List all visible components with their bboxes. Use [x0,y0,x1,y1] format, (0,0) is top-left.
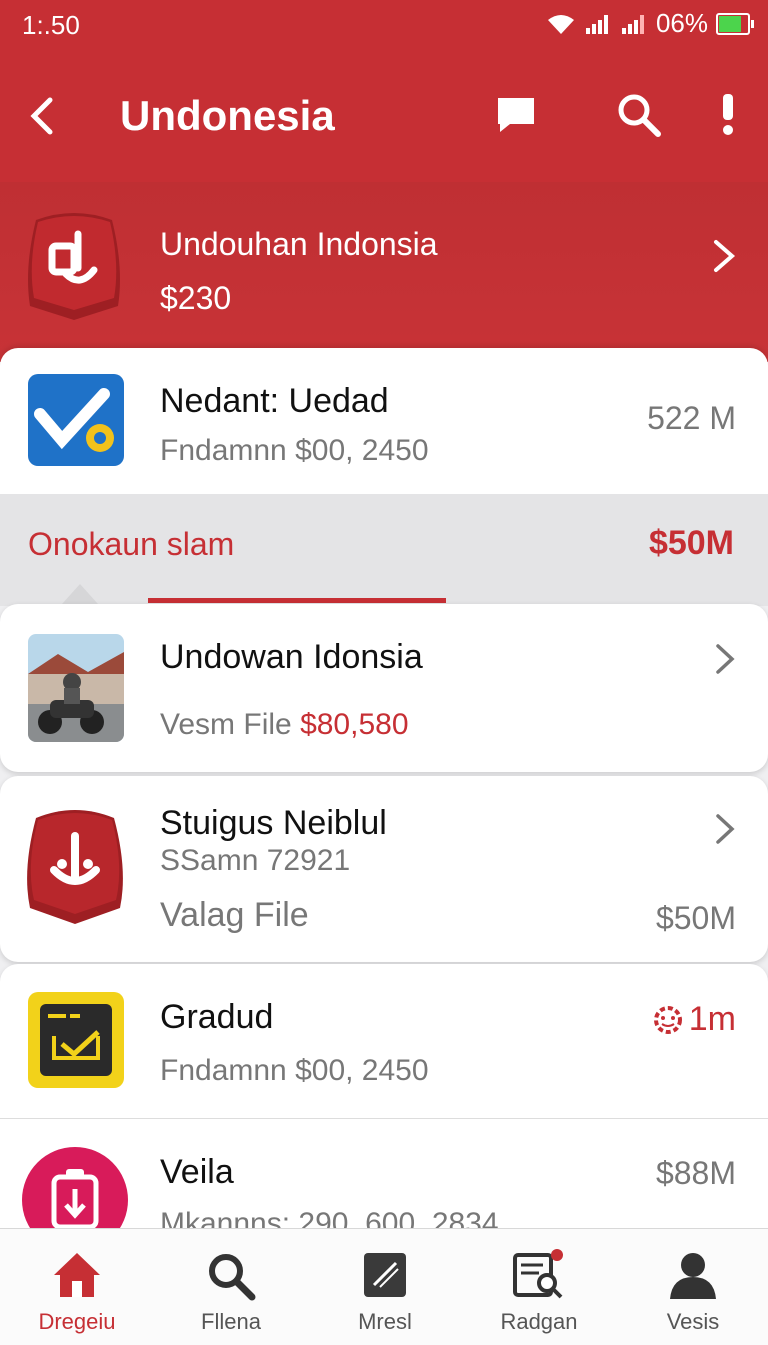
list-item[interactable]: Nedant: Uedad Fndamnn $00, 2450 522 M [0,348,768,494]
wifi-icon [547,14,574,34]
item-size: $50M [655,900,736,936]
item-title: Undowan Idonsia [160,638,423,676]
nav-item-edit[interactable]: Mresl [308,1229,462,1345]
tab-notch [62,584,98,604]
battery-icon [716,12,754,35]
thumbnail-motorcycle-image [28,634,124,742]
chevron-right-icon[interactable] [712,812,738,846]
home-icon [54,1253,100,1297]
more-options-icon[interactable] [704,90,754,140]
list-item[interactable]: Stuigus Neiblul SSamn 72921 Valag File $… [0,776,768,962]
bottom-navigation: Dregeiu Fllena Mresl Radgan Vesis [0,1228,768,1345]
item-title: Gradud [160,998,274,1036]
person-icon [670,1253,716,1299]
featured-price: $230 [160,280,232,316]
nav-label: Radgan [500,1309,578,1334]
search-icon [209,1254,256,1301]
list-item[interactable]: Gradud Fndamnn $00, 2450 1m [0,964,768,1118]
nav-label: Mresl [358,1309,412,1334]
app-icon-download-clipboard [22,1147,128,1231]
item-title: Stuigus Neiblul [160,804,387,842]
edit-icon [364,1253,406,1297]
download-app-logo-icon [28,213,120,320]
nav-item-profile[interactable]: Vesis [616,1229,768,1345]
item-size: 522 M [647,400,736,436]
chevron-right-icon[interactable] [706,236,740,276]
app-icon-terminal [28,992,124,1088]
item-time: 1m [688,1000,736,1038]
item-title: Nedant: Uedad [160,382,389,420]
signal-icon-2 [621,14,644,34]
item-subtitle: Fndamnn $00, 2450 [160,434,429,467]
app-icon-blue-check [28,374,124,466]
status-icons: 06% [546,8,754,39]
signal-icon [585,14,608,34]
item-title: Veila [160,1153,234,1191]
nav-label: Fllena [201,1309,261,1334]
nav-label: Vesis [666,1309,720,1334]
chat-icon[interactable] [492,90,542,140]
item-subtitle-prefix: Vesm File [160,708,292,741]
nav-item-home[interactable]: Dregeiu [0,1229,154,1345]
nav-item-search[interactable]: Fllena [154,1229,308,1345]
list-item[interactable]: Undowan Idonsia Vesm File $80,580 [0,604,768,772]
item-subtitle: Vesm File $80,580 [160,708,409,742]
status-bar: 1:.50 06% [0,0,768,52]
item-size: $88M [655,1155,736,1191]
battery-percent: 06% [655,8,708,38]
list-item[interactable]: Veila Mkannns: 290. 600. 2834 $88M [0,1118,768,1231]
search-icon[interactable] [614,90,664,140]
item-subtitle: Fndamnn $00, 2450 [160,1054,429,1087]
back-arrow-icon[interactable] [24,92,68,140]
section-label: Onokaun slam [28,526,235,562]
featured-title: Undouhan Indonsia [160,226,438,262]
document-search-icon [513,1249,563,1299]
item-detail: Valag File [160,896,309,934]
page-title: Undonesia [120,92,335,139]
item-price: $80,580 [300,708,409,741]
badge-gear-icon [654,1006,682,1034]
nav-label: Dregeiu [38,1309,116,1334]
download-app-logo-icon [27,810,123,924]
nav-item-documents[interactable]: Radgan [462,1229,616,1345]
item-subtitle: SSamn 72921 [160,844,351,877]
status-time: 1:.50 [22,10,80,40]
section-amount: $50M [648,524,734,562]
chevron-right-icon[interactable] [712,642,738,676]
tab-indicator [148,598,446,603]
